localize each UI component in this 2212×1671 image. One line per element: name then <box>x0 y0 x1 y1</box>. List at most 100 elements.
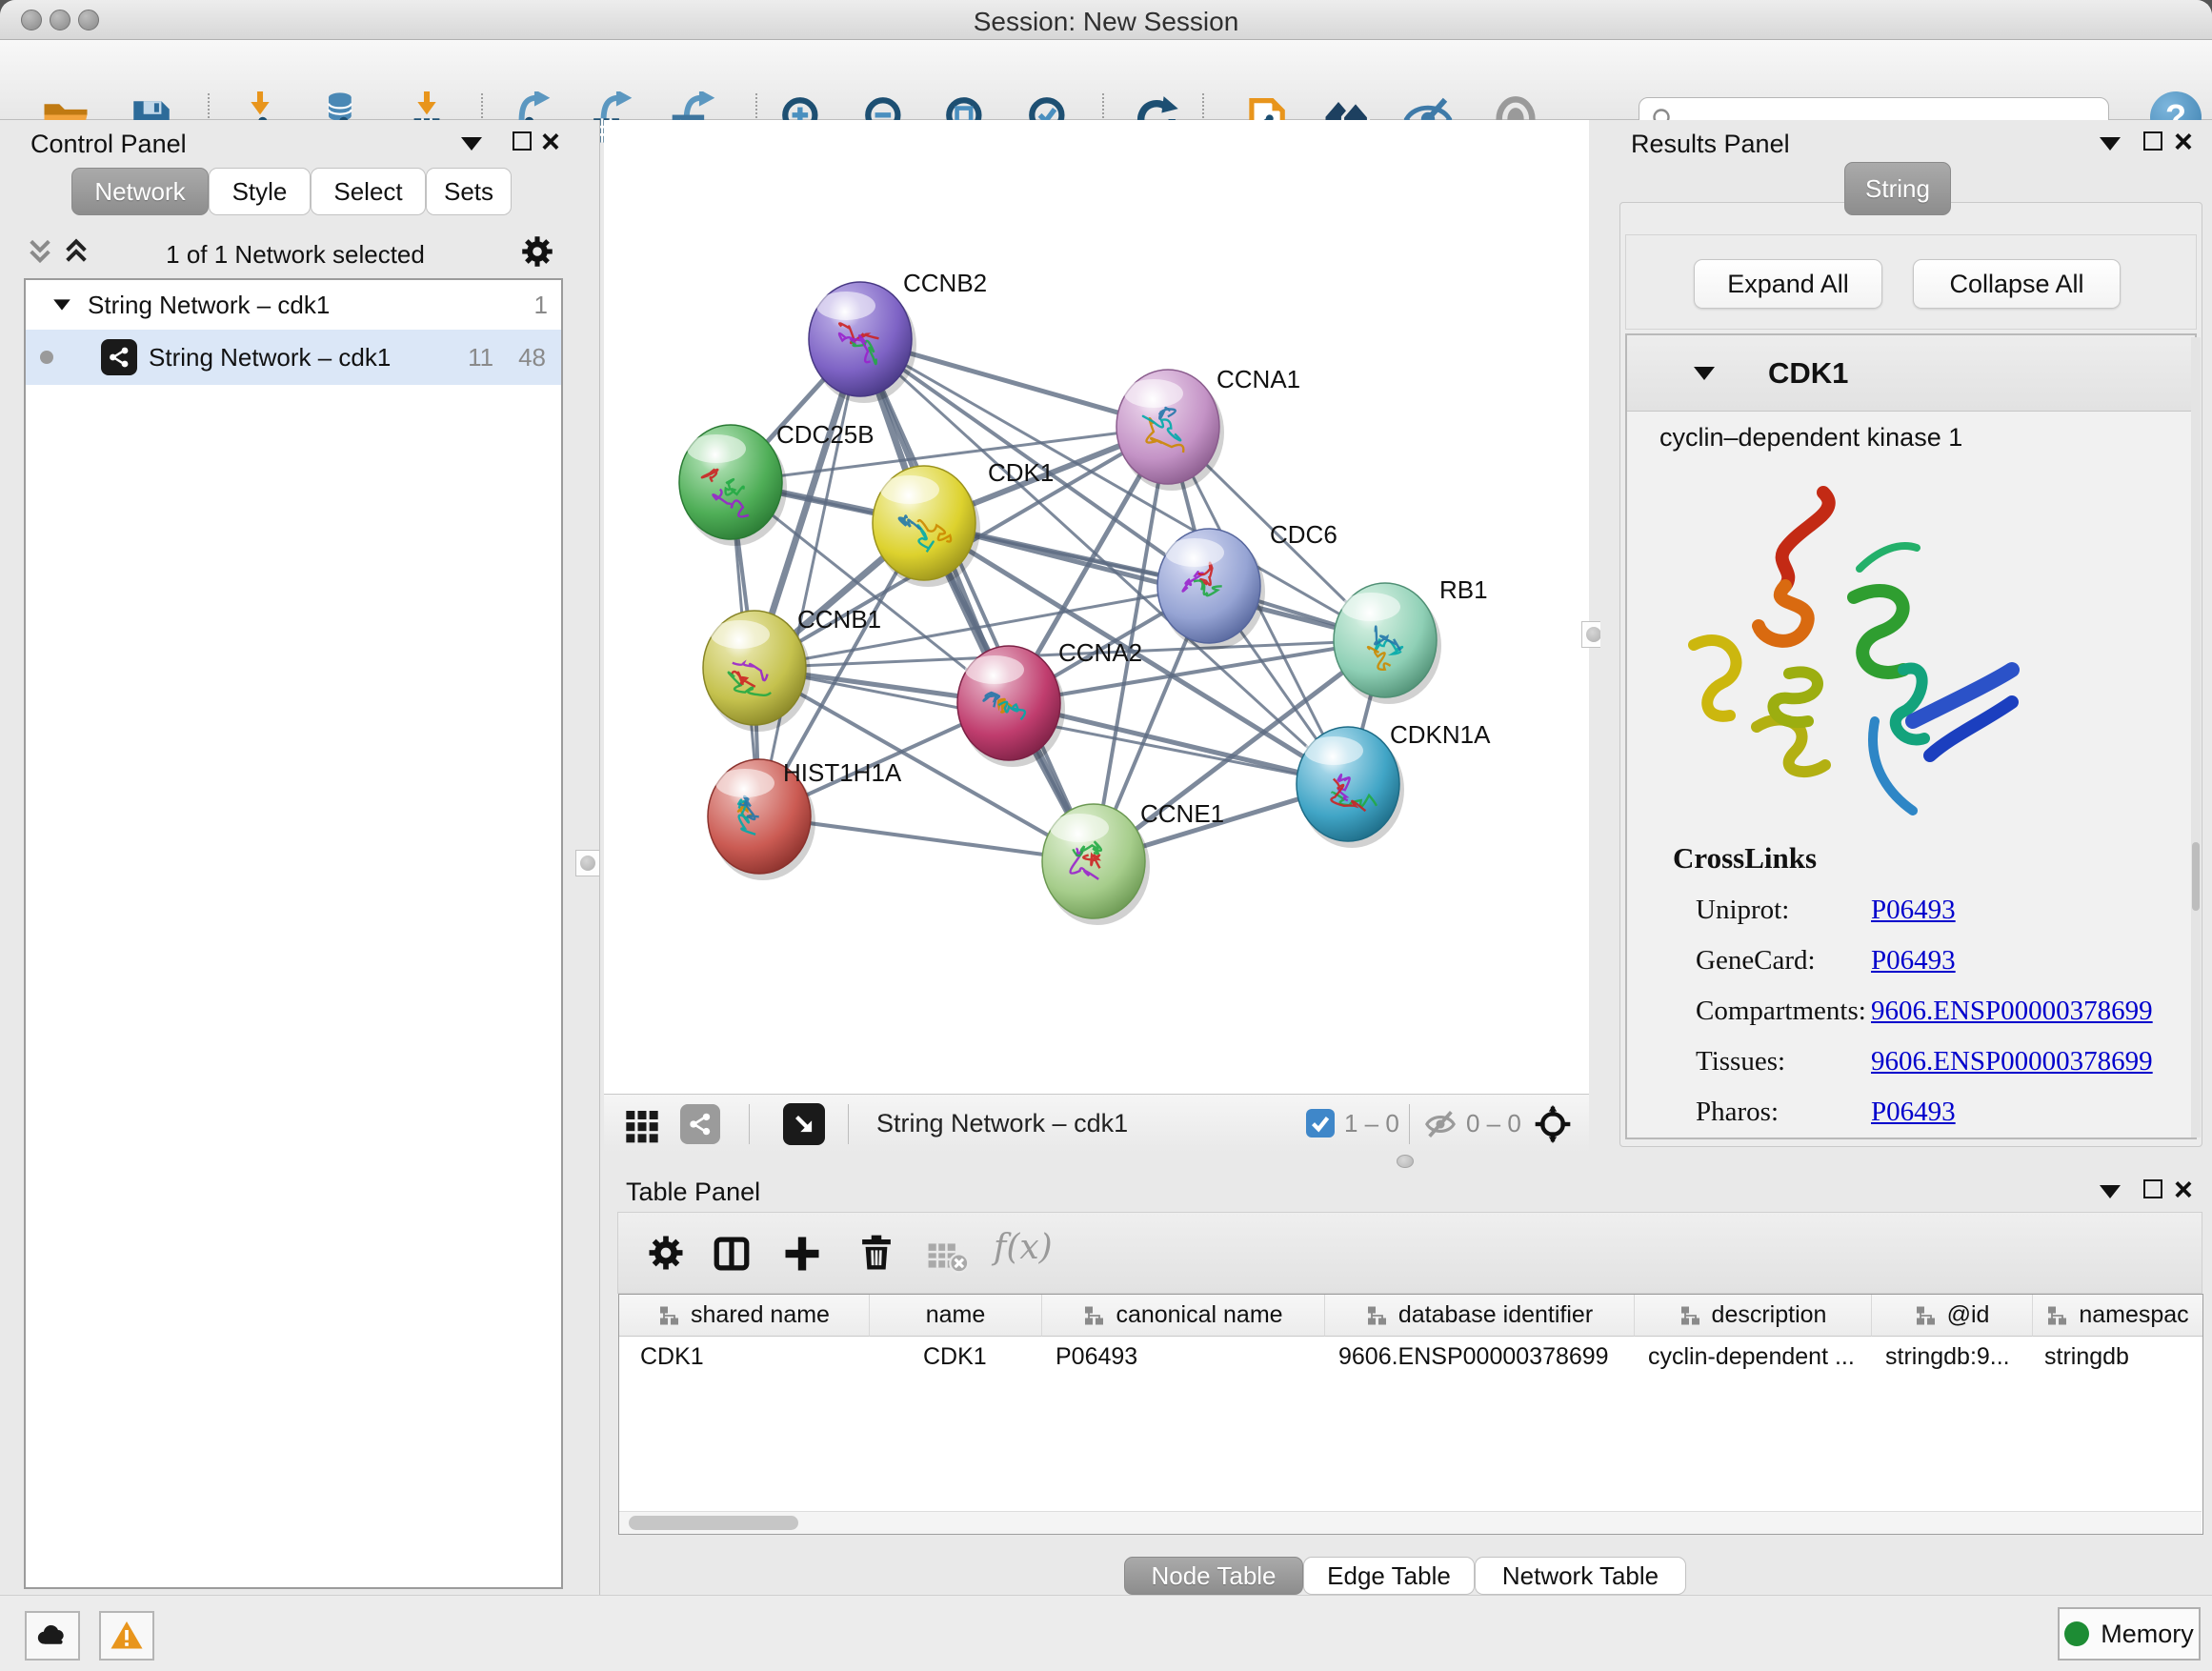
table-toolbar: f(x) <box>617 1212 2202 1294</box>
table-row-cell[interactable]: CDK1 <box>619 1337 870 1377</box>
collapse-all-button[interactable]: Collapse All <box>1913 259 2121 309</box>
tissues-link[interactable]: 9606.ENSP00000378699 <box>1871 1037 2153 1087</box>
network-share-icon[interactable] <box>680 1104 720 1144</box>
node-CDC25B[interactable]: CDC25B <box>679 420 875 546</box>
results-scrollbar-track[interactable] <box>2191 337 2201 1137</box>
tab-network[interactable]: Network <box>71 168 209 215</box>
edge-count: 48 <box>518 343 546 372</box>
node-CDK1[interactable]: CDK1 <box>873 458 1054 587</box>
grid-view-icon[interactable] <box>623 1106 661 1144</box>
node-label-CCNB2: CCNB2 <box>903 269 987 297</box>
node-RB1[interactable]: RB1 <box>1334 575 1488 704</box>
table-scrollbar-track[interactable] <box>619 1511 2202 1534</box>
tab-sets[interactable]: Sets <box>426 168 512 215</box>
results-panel-title: Results Panel <box>1631 130 1790 159</box>
node-CDC6[interactable]: CDC6 <box>1157 520 1337 650</box>
expand-all-networks-icon[interactable] <box>61 236 91 267</box>
left-splitter-handle[interactable] <box>575 850 600 876</box>
node-label-CDK1: CDK1 <box>988 458 1054 487</box>
table-row-cell[interactable]: stringdb <box>2033 1337 2202 1377</box>
table-options-gear-icon[interactable] <box>647 1234 685 1272</box>
network-view-toolbar: String Network – cdk1 1 – 0 0 – 0 <box>604 1094 1589 1153</box>
collapse-all-networks-icon[interactable] <box>25 236 55 267</box>
table-row-cell[interactable]: CDK1 <box>870 1337 1042 1377</box>
column-header[interactable]: description <box>1635 1295 1872 1337</box>
cloud-icon <box>34 1620 70 1652</box>
float-panel-icon[interactable] <box>2143 131 2162 151</box>
node-table: shared name name canonical name database… <box>618 1294 2203 1535</box>
float-panel-icon[interactable] <box>2143 1179 2162 1198</box>
network-collection-row[interactable]: String Network – cdk1 1 <box>26 280 561 330</box>
tab-edge-table[interactable]: Edge Table <box>1303 1557 1475 1595</box>
table-row-cell[interactable]: P06493 <box>1042 1337 1325 1377</box>
node-label-CCNE1: CCNE1 <box>1140 799 1224 828</box>
selected-checkbox-icon[interactable] <box>1306 1109 1335 1137</box>
close-panel-icon[interactable]: × <box>2174 124 2193 161</box>
panel-menu-icon[interactable] <box>2100 1185 2121 1198</box>
add-column-icon[interactable] <box>782 1234 822 1274</box>
column-header[interactable]: @id <box>1872 1295 2033 1337</box>
node-CCNB1[interactable]: CCNB1 <box>703 605 881 732</box>
horizontal-splitter[interactable] <box>600 1153 2212 1170</box>
pharos-link[interactable]: P06493 <box>1871 1087 1956 1137</box>
network-graph[interactable]: CCNB2CCNA1CDC25BCDK1CDC6RB1CCNB1CCNA2CDK… <box>604 120 1589 1094</box>
float-panel-icon[interactable] <box>513 131 532 151</box>
network-list: String Network – cdk1 1 String Network –… <box>24 278 563 1589</box>
tab-node-table[interactable]: Node Table <box>1124 1557 1303 1595</box>
network-row-selected[interactable]: String Network – cdk1 11 48 <box>26 330 561 385</box>
network-options-gear-icon[interactable] <box>520 234 554 269</box>
column-header[interactable]: namespac <box>2033 1295 2202 1337</box>
node-CCNB2[interactable]: CCNB2 <box>809 269 987 403</box>
node-label-CCNA1: CCNA1 <box>1217 365 1300 393</box>
warning-icon <box>109 1619 145 1653</box>
results-scrollbar-thumb[interactable] <box>2192 842 2200 911</box>
expand-all-button[interactable]: Expand All <box>1694 259 1882 309</box>
node-CDKN1A[interactable]: CDKN1A <box>1297 720 1491 848</box>
fit-selected-crosshair-icon[interactable] <box>1534 1105 1572 1143</box>
crosslink-row: Uniprot:P06493 <box>1696 885 2195 936</box>
network-column-icon <box>1366 1304 1389 1327</box>
gene-section-header[interactable]: CDK1 <box>1627 335 2195 412</box>
tab-string[interactable]: String <box>1844 162 1951 215</box>
compartments-link[interactable]: 9606.ENSP00000378699 <box>1871 986 2153 1037</box>
network-canvas[interactable]: CCNB2CCNA1CDC25BCDK1CDC6RB1CCNB1CCNA2CDK… <box>604 120 1589 1094</box>
tab-style[interactable]: Style <box>209 168 311 215</box>
birdseye-view-icon[interactable] <box>783 1103 825 1145</box>
node-CCNE1[interactable]: CCNE1 <box>1042 799 1224 925</box>
close-panel-icon[interactable]: × <box>2174 1172 2193 1209</box>
edge-CCNB2-HIST1H1A[interactable] <box>759 339 860 816</box>
node-label-CDC25B: CDC25B <box>776 420 875 449</box>
warnings-button[interactable] <box>99 1611 154 1661</box>
panel-menu-icon[interactable] <box>2100 137 2121 151</box>
network-selection-status: 1 of 1 Network selected <box>105 240 486 270</box>
node-label-CDC6: CDC6 <box>1270 520 1337 549</box>
genecard-link[interactable]: P06493 <box>1871 936 1956 986</box>
network-view-title: String Network – cdk1 <box>876 1109 1128 1138</box>
main-toolbar: ? <box>0 40 2212 120</box>
node-CCNA1[interactable]: CCNA1 <box>1116 365 1300 491</box>
splitter-handle-dot[interactable] <box>1397 1155 1414 1168</box>
tab-network-table[interactable]: Network Table <box>1475 1557 1686 1595</box>
table-scrollbar-thumb[interactable] <box>629 1516 798 1530</box>
hidden-eye-slash-icon <box>1423 1108 1458 1140</box>
table-row-cell[interactable]: 9606.ENSP00000378699 <box>1325 1337 1635 1377</box>
table-row-cell[interactable]: cyclin-dependent ... <box>1635 1337 1872 1377</box>
column-header[interactable]: shared name <box>619 1295 870 1337</box>
separator <box>749 1104 750 1144</box>
column-header[interactable]: name <box>870 1295 1042 1337</box>
memory-button[interactable]: Memory <box>2058 1607 2201 1661</box>
uniprot-link[interactable]: P06493 <box>1871 885 1956 936</box>
panel-menu-icon[interactable] <box>461 137 482 151</box>
column-header[interactable]: database identifier <box>1325 1295 1635 1337</box>
cloud-status-button[interactable] <box>25 1611 80 1661</box>
node-HIST1H1A[interactable]: HIST1H1A <box>708 758 902 880</box>
delete-column-trash-icon[interactable] <box>856 1232 896 1274</box>
table-row-cell[interactable]: stringdb:9... <box>1872 1337 2033 1377</box>
column-header[interactable]: canonical name <box>1042 1295 1325 1337</box>
tab-select[interactable]: Select <box>311 168 426 215</box>
collapse-section-icon[interactable] <box>1694 367 1715 380</box>
show-columns-icon[interactable] <box>712 1234 752 1274</box>
crosslink-row: Tissues:9606.ENSP00000378699 <box>1696 1037 2195 1087</box>
collapse-collection-icon[interactable] <box>53 299 70 310</box>
close-panel-icon[interactable]: × <box>541 124 560 161</box>
